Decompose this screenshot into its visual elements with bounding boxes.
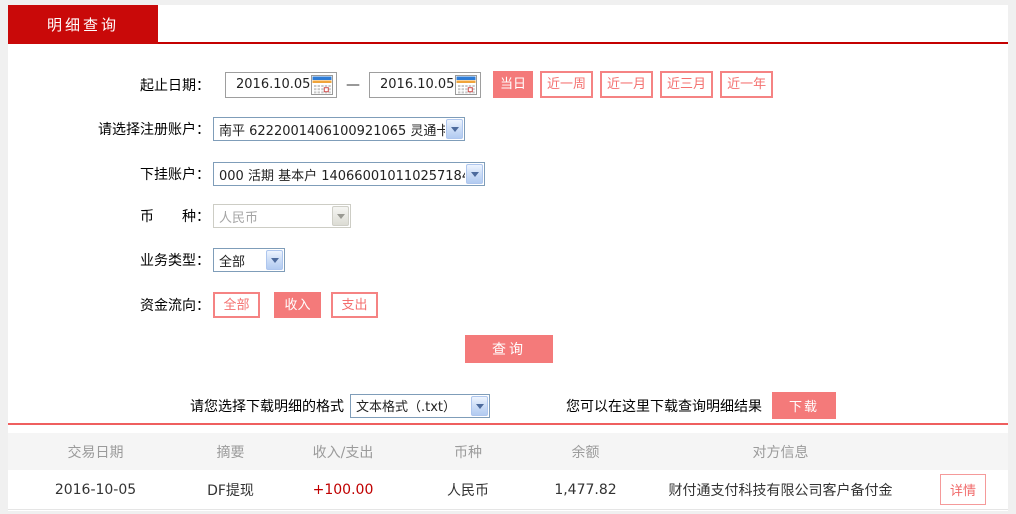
sub-account-row: 下挂账户： 000 活期 基本户 1406600101102571848: [8, 162, 485, 186]
register-account-select[interactable]: 南平 6222001406100921065 灵通卡: [213, 117, 465, 141]
date-range-row: 起止日期： 2016.10.05 — 2016.10.05 当日 近一周 近一月…: [8, 71, 774, 98]
table-top-divider: [8, 423, 1008, 425]
end-date-value: 2016.10.05: [380, 77, 455, 92]
cell-summary: DF提现: [207, 482, 254, 499]
header-trade-date: 交易日期: [67, 444, 124, 461]
detail-query-page: 明细查询 起止日期： 2016.10.05 — 2016.10.05 当日 近一…: [0, 0, 1016, 514]
register-account-label: 请选择注册账户：: [98, 122, 210, 138]
chevron-down-icon: [466, 164, 483, 184]
business-type-select[interactable]: 全部: [213, 248, 285, 272]
download-format-label: 请您选择下载明细的格式: [190, 398, 344, 415]
chevron-down-icon: [446, 119, 463, 139]
download-button[interactable]: 下载: [772, 392, 836, 419]
chevron-down-icon: [332, 206, 349, 226]
fund-flow-expense-button[interactable]: 支出: [331, 292, 378, 318]
download-format-value: 文本格式（.txt）: [356, 400, 457, 415]
calendar-icon[interactable]: [455, 74, 477, 95]
cell-trade-date: 2016-10-05: [54, 481, 137, 498]
currency-select: 人民币: [213, 204, 351, 228]
currency-row: 币 种： 人民币: [8, 204, 351, 228]
tab-bar: 明细查询: [8, 5, 1008, 44]
fund-flow-row: 资金流向： 全部 收入 支出: [8, 292, 378, 318]
fund-flow-all-button[interactable]: 全部: [213, 292, 260, 318]
header-balance: 余额: [571, 444, 600, 461]
currency-value: 人民币: [219, 210, 259, 226]
quick-range-year-button[interactable]: 近一年: [720, 71, 774, 98]
fund-flow-income-button[interactable]: 收入: [274, 292, 321, 318]
table-header-row: 交易日期 摘要 收入/支出 币种 余额 对方信息: [8, 433, 1008, 470]
quick-range-quarter-button[interactable]: 近三月: [660, 71, 714, 98]
quick-range-month-button[interactable]: 近一月: [600, 71, 654, 98]
cell-action: 详情: [918, 474, 1008, 505]
sub-account-value: 000 活期 基本户 1406600101102571848: [219, 168, 465, 184]
register-account-row: 请选择注册账户： 南平 6222001406100921065 灵通卡: [8, 117, 465, 141]
register-account-value: 南平 6222001406100921065 灵通卡: [219, 123, 445, 139]
date-range-label: 起止日期：: [140, 77, 210, 94]
fund-flow-label: 资金流向：: [140, 298, 210, 314]
quick-range-week-button[interactable]: 近一周: [540, 71, 594, 98]
detail-button[interactable]: 详情: [939, 474, 986, 505]
header-counterparty: 对方信息: [752, 444, 809, 461]
download-row: 请您选择下载明细的格式 文本格式（.txt） 您可以在这里下载查询明细结果 下载: [8, 392, 836, 419]
calendar-icon[interactable]: [311, 74, 333, 95]
query-button[interactable]: 查询: [465, 335, 553, 363]
business-type-row: 业务类型： 全部: [8, 248, 285, 272]
header-currency: 币种: [454, 444, 482, 461]
business-type-label: 业务类型：: [140, 253, 210, 269]
content-panel: 明细查询 起止日期： 2016.10.05 — 2016.10.05 当日 近一…: [8, 5, 1008, 511]
start-date-input[interactable]: 2016.10.05: [225, 71, 337, 98]
end-date-input[interactable]: 2016.10.05: [369, 71, 481, 98]
table-row: 2016-10-05 DF提现 +100.00 人民币 1,477.82 财付通…: [8, 470, 1008, 510]
chevron-down-icon: [266, 250, 283, 270]
cell-counterparty: 财付通支付科技有限公司客户备付金: [668, 482, 893, 499]
business-type-value: 全部: [219, 254, 246, 270]
start-date-value: 2016.10.05: [236, 77, 311, 92]
currency-label: 币 种：: [140, 209, 210, 225]
chevron-down-icon: [471, 395, 488, 416]
tab-detail-query[interactable]: 明细查询: [8, 5, 158, 44]
download-format-select[interactable]: 文本格式（.txt）: [350, 393, 490, 418]
cell-currency: 人民币: [447, 482, 489, 499]
header-summary: 摘要: [216, 444, 245, 461]
cell-balance: 1,477.82: [554, 481, 617, 498]
quick-range-today-button[interactable]: 当日: [493, 71, 534, 98]
download-hint: 您可以在这里下载查询明细结果: [566, 398, 762, 415]
header-income-expense: 收入/支出: [312, 444, 374, 461]
date-range-separator: —: [346, 76, 360, 93]
sub-account-select[interactable]: 000 活期 基本户 1406600101102571848: [213, 162, 485, 186]
sub-account-label: 下挂账户：: [140, 167, 210, 183]
cell-amount: +100.00: [312, 481, 374, 498]
